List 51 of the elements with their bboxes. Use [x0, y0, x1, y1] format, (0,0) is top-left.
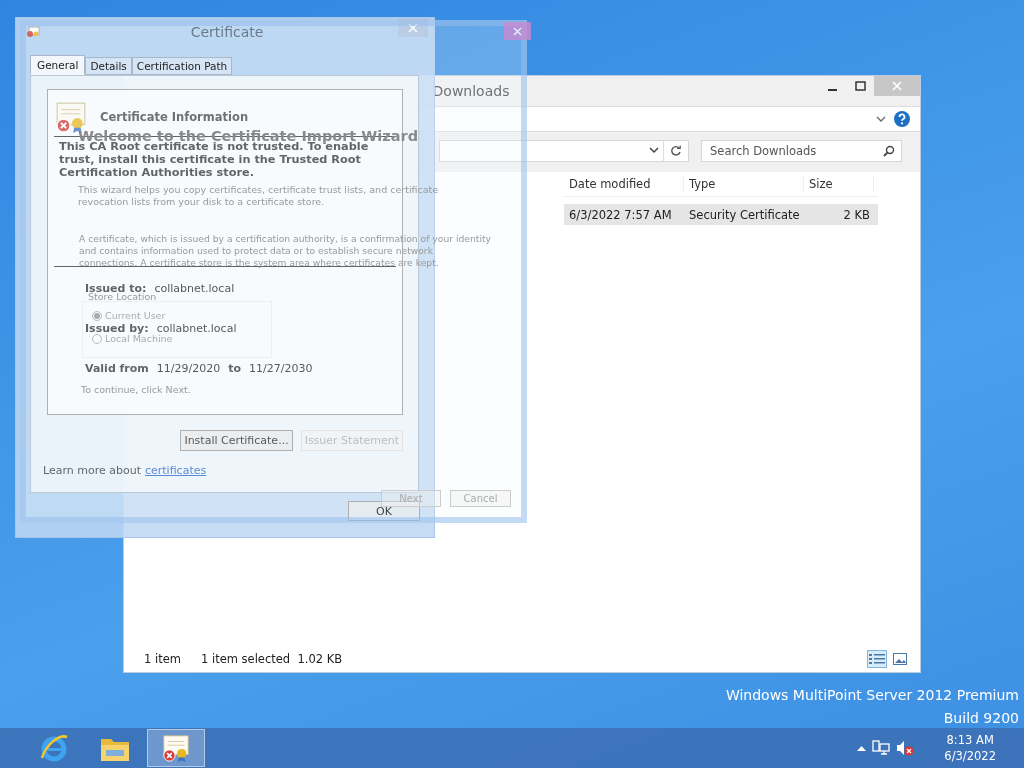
table-cell-text: 2 KB — [842, 207, 871, 222]
tab[interactable]: Certification Path — [131, 57, 233, 75]
close-icon — [408, 23, 418, 33]
wizard-hint: To continue, click Next. — [81, 384, 191, 396]
edition-text: Windows MultiPoint Server 2012 Premium — [725, 686, 1019, 705]
field-label: to — [228, 362, 242, 375]
tab[interactable]: General — [30, 55, 86, 75]
certificate-icon — [26, 26, 40, 38]
file-row[interactable]: 6/3/2022 7:57 AM Security Certificate 2 KB — [564, 204, 878, 225]
install-certificate-button[interactable]: Install Certificate... — [180, 430, 293, 451]
field-value: 11/29/2020 — [156, 362, 221, 375]
selection-info: 1 item selected 1.02 KB — [200, 652, 343, 666]
minimize-icon — [827, 89, 837, 91]
field-label: Valid from — [85, 362, 149, 375]
close-icon — [513, 26, 522, 36]
column-header[interactable]: Date modified — [564, 177, 684, 191]
close-button[interactable] — [504, 22, 531, 40]
thumbnails-view-button[interactable] — [890, 650, 910, 668]
learn-more-text: Learn more about — [43, 464, 141, 477]
tab[interactable]: Details — [85, 57, 132, 75]
search-field[interactable]: Search Downloads — [708, 143, 883, 159]
field-value: collabnet.local — [156, 322, 237, 335]
taskbar-button[interactable] — [147, 729, 205, 767]
clock-date[interactable]: 6/3/2022 — [944, 748, 996, 764]
search-icon[interactable] — [883, 145, 895, 157]
search-box[interactable]: Search Downloads — [701, 140, 902, 162]
show-hidden-icons-icon[interactable] — [857, 745, 867, 751]
field-value: 11/27/2030 — [249, 362, 313, 375]
ok-button[interactable]: OK — [348, 501, 420, 521]
clock-time[interactable]: 8:13 AM — [946, 732, 994, 748]
window-title: Downloads — [431, 83, 511, 99]
table-cell-text: Security Certificate — [688, 207, 801, 222]
close-icon — [892, 81, 902, 91]
maximize-icon — [854, 81, 866, 91]
muted-volume-icon[interactable] — [896, 740, 915, 756]
section-heading: Certificate Information — [100, 110, 249, 124]
dialog-title: Certificate — [190, 24, 264, 40]
column-header[interactable]: Size — [804, 177, 874, 191]
build-text: Build 9200 — [942, 709, 1019, 728]
field-label: Issued by: — [85, 322, 149, 335]
refresh-icon — [670, 145, 682, 157]
field-value: collabnet.local — [154, 282, 235, 295]
table-cell-text: 6/3/2022 7:57 AM — [568, 207, 673, 222]
column-header[interactable]: Type — [684, 177, 804, 191]
chevron-icon[interactable] — [876, 115, 886, 123]
network-icon[interactable] — [872, 740, 891, 756]
browser-icon — [38, 732, 70, 764]
item-count: 1 item — [144, 652, 181, 666]
details-view-button[interactable] — [867, 650, 887, 668]
certificate-icon — [161, 733, 191, 763]
help-icon[interactable] — [894, 111, 910, 127]
